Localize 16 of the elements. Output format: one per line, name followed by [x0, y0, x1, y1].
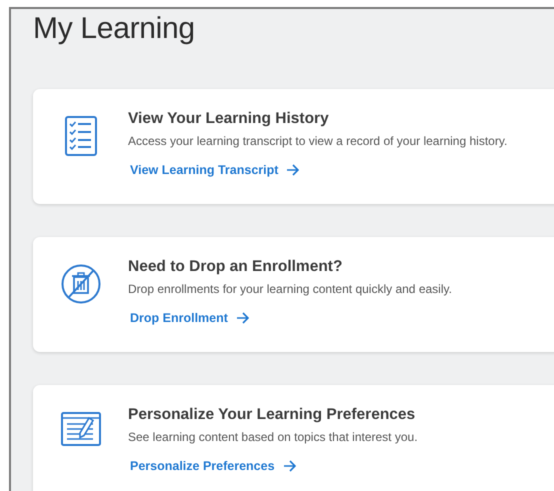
- card-link[interactable]: View Learning Transcript: [130, 163, 300, 177]
- card-description: Drop enrollments for your learning content quickly and easily.: [128, 281, 452, 297]
- arrow-right-icon: [282, 460, 296, 472]
- no-trash-icon: [60, 264, 100, 304]
- document-pencil-icon: [60, 412, 100, 446]
- card-description: Access your learning transcript to view a record of your learning history.: [128, 133, 508, 149]
- card-description: See learning content based on topics that interest you.: [128, 429, 418, 445]
- card-title: Need to Drop an Enrollment?: [128, 257, 344, 277]
- arrow-right-icon: [236, 312, 249, 324]
- card-link[interactable]: Drop Enrollment: [130, 311, 249, 325]
- arrow-right-icon: [286, 164, 300, 176]
- card-title: Personalize Your Learning Preferences: [128, 405, 416, 425]
- card-link[interactable]: Personalize Preferences: [130, 459, 296, 473]
- card-title: View Your Learning History: [128, 109, 330, 129]
- checklist-icon: [64, 116, 96, 156]
- page-title: My Learning: [33, 11, 196, 47]
